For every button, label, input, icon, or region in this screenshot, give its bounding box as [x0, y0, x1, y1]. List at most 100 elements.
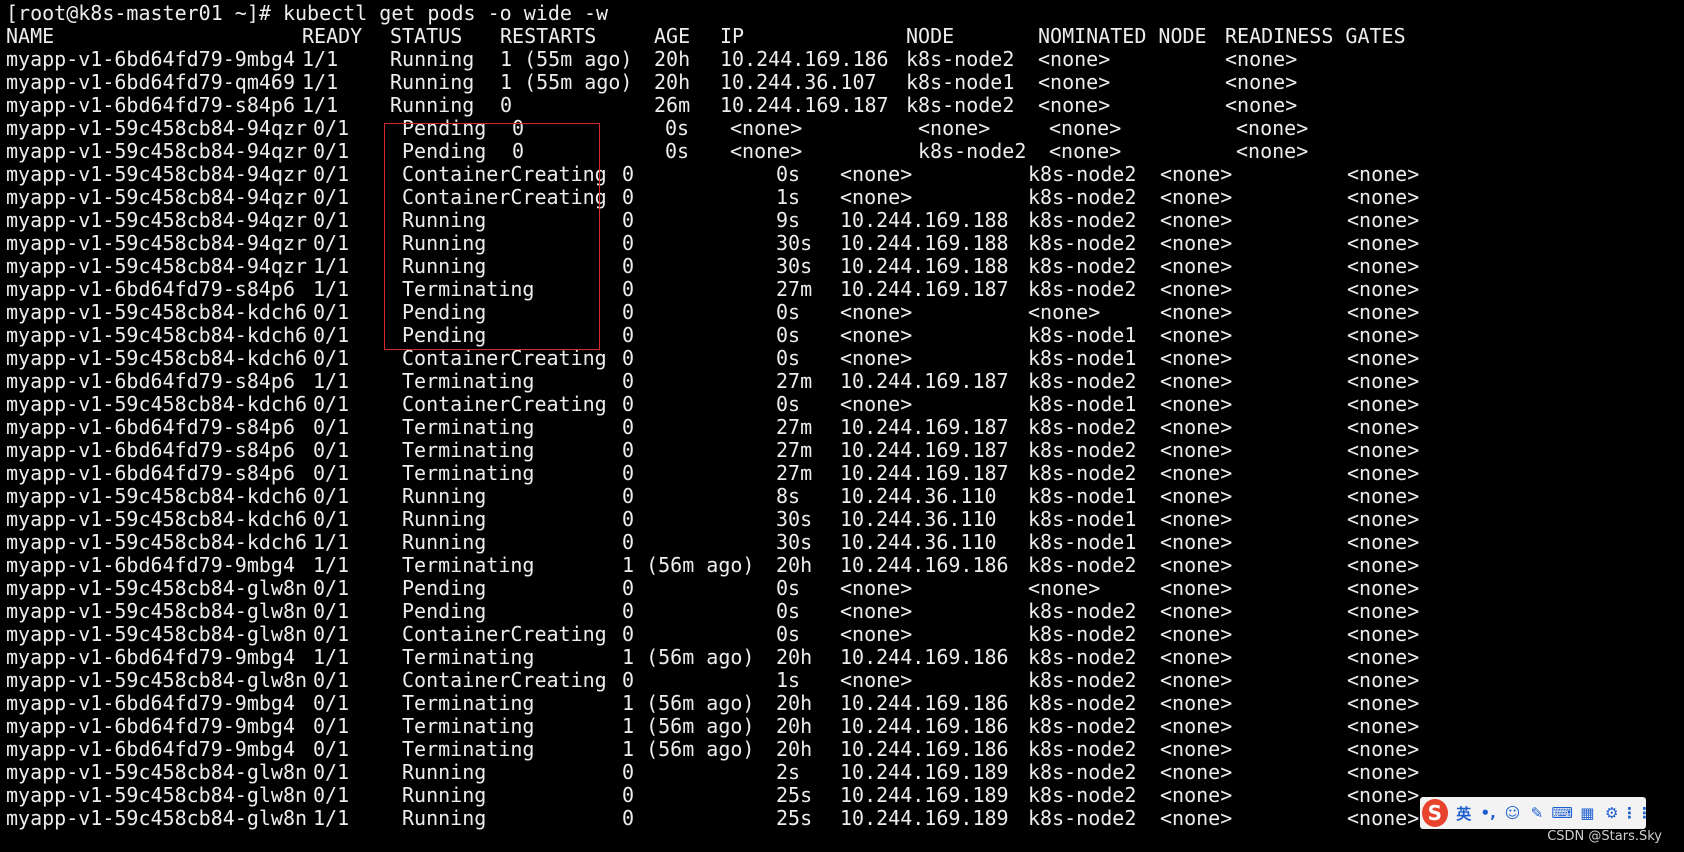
cell-ready: 1/1	[313, 553, 350, 577]
cell-node: k8s-node2	[1028, 277, 1137, 301]
skin-icon[interactable]: ▦	[1579, 802, 1595, 824]
cell-status: Pending	[402, 116, 487, 140]
cell-ready: 1/1	[313, 806, 350, 830]
cell-age: 25s	[776, 783, 813, 807]
cell-readiness-gates: <none>	[1347, 553, 1420, 577]
cell-readiness-gates: <none>	[1347, 806, 1420, 830]
cell-ip: 10.244.169.189	[840, 783, 1009, 807]
cell-node: k8s-node2	[1028, 691, 1137, 715]
cell-name: myapp-v1-6bd64fd79-9mbg4	[6, 737, 295, 761]
cell-readiness-gates: <none>	[1347, 760, 1420, 784]
cell-age: 0s	[776, 300, 801, 324]
cell-ip: 10.244.169.187	[840, 369, 1009, 393]
settings-icon[interactable]: ⚙	[1604, 802, 1620, 824]
cell-restarts: 0	[622, 300, 635, 324]
cell-age: 20h	[776, 737, 813, 761]
handwriting-icon[interactable]: ✎	[1529, 802, 1545, 824]
cell-ip: 10.244.36.107	[720, 70, 877, 94]
cell-age: 26m	[654, 93, 691, 117]
cell-ready: 1/1	[313, 277, 350, 301]
cell-restarts: 0	[500, 93, 513, 117]
cell-ip: <none>	[840, 668, 913, 692]
cell-restarts: 0	[622, 438, 635, 462]
cell-nominated-node: <none>	[1160, 760, 1233, 784]
cell-restarts: 1 (55m ago)	[500, 47, 633, 71]
cell-age: 30s	[776, 507, 813, 531]
cell-nominated-node: <none>	[1160, 714, 1233, 738]
cell-node: k8s-node1	[1028, 530, 1137, 554]
cell-age: 8s	[776, 484, 801, 508]
cell-node: k8s-node2	[1028, 415, 1137, 439]
cell-name: myapp-v1-6bd64fd79-9mbg4	[6, 47, 295, 71]
cell-ready: 0/1	[313, 438, 350, 462]
cell-readiness-gates: <none>	[1347, 208, 1420, 232]
emoji-icon[interactable]: ☺	[1504, 802, 1521, 824]
cell-node: k8s-node2	[1028, 369, 1137, 393]
cell-age: 0s	[665, 116, 690, 140]
cell-node: k8s-node2	[1028, 622, 1137, 646]
cell-readiness-gates: <none>	[1236, 139, 1309, 163]
cell-restarts: 0	[622, 231, 635, 255]
cell-readiness-gates: <none>	[1347, 507, 1420, 531]
cell-status: Terminating	[402, 645, 535, 669]
cell-age: 30s	[776, 530, 813, 554]
cell-name: myapp-v1-59c458cb84-glw8n	[6, 576, 308, 600]
cell-nominated-node: <none>	[1160, 415, 1233, 439]
cell-status: ContainerCreating	[402, 392, 607, 416]
cell-status: Running	[390, 47, 475, 71]
menu-grid-icon[interactable]: ⋮⋮	[1622, 802, 1652, 824]
sogou-logo-icon[interactable]: S	[1422, 799, 1448, 827]
cell-age: 27m	[776, 415, 813, 439]
cell-status: ContainerCreating	[402, 668, 607, 692]
terminal-window[interactable]: [root@k8s-master01 ~]# kubectl get pods …	[0, 0, 1684, 852]
cell-ready: 0/1	[313, 139, 350, 163]
cell-nominated-node: <none>	[1160, 484, 1233, 508]
ime-language-toggle[interactable]: 英	[1456, 802, 1472, 824]
cell-nominated-node: <none>	[1038, 47, 1111, 71]
cell-age: 0s	[776, 346, 801, 370]
cell-readiness-gates: <none>	[1347, 300, 1420, 324]
ime-toolbar[interactable]: S 英 •, ☺ ✎ ⌨ ▦ ⚙ ⋮⋮	[1420, 797, 1652, 829]
cell-restarts: 1 (56m ago)	[622, 645, 755, 669]
cell-ip: 10.244.169.187	[840, 277, 1009, 301]
cell-ready: 1/1	[313, 369, 350, 393]
cell-ip: 10.244.169.186	[840, 737, 1009, 761]
cell-nominated-node: <none>	[1038, 93, 1111, 117]
cell-ip: 10.244.36.110	[840, 530, 997, 554]
cell-ready: 0/1	[313, 323, 350, 347]
keyboard-icon[interactable]: ⌨	[1551, 802, 1573, 824]
cell-ready: 0/1	[313, 346, 350, 370]
cell-name: myapp-v1-6bd64fd79-s84p6	[6, 438, 295, 462]
cell-restarts: 0	[512, 116, 525, 140]
cell-readiness-gates: <none>	[1347, 162, 1420, 186]
cell-ip: 10.244.169.187	[840, 438, 1009, 462]
column-header-age: AGE	[654, 24, 691, 48]
punctuation-icon[interactable]: •,	[1480, 802, 1496, 824]
cell-name: myapp-v1-6bd64fd79-9mbg4	[6, 645, 295, 669]
cell-ip: <none>	[840, 346, 913, 370]
cell-node: k8s-node1	[1028, 346, 1137, 370]
cell-nominated-node: <none>	[1160, 369, 1233, 393]
cell-ready: 0/1	[313, 668, 350, 692]
cell-ip: <none>	[730, 139, 803, 163]
cell-nominated-node: <none>	[1160, 461, 1233, 485]
cell-ready: 0/1	[313, 599, 350, 623]
cell-restarts: 0	[622, 806, 635, 830]
cell-nominated-node: <none>	[1160, 231, 1233, 255]
cell-restarts: 0	[622, 254, 635, 278]
cell-status: ContainerCreating	[402, 185, 607, 209]
cell-node: k8s-node2	[906, 47, 1015, 71]
column-header-restarts: RESTARTS	[500, 24, 597, 48]
cell-restarts: 0	[622, 346, 635, 370]
cell-age: 0s	[776, 599, 801, 623]
cell-readiness-gates: <none>	[1347, 415, 1420, 439]
cell-age: 1s	[776, 185, 801, 209]
cell-name: myapp-v1-59c458cb84-94qzr	[6, 254, 308, 278]
cell-name: myapp-v1-59c458cb84-kdch6	[6, 392, 308, 416]
cell-nominated-node: <none>	[1160, 599, 1233, 623]
cell-ready: 0/1	[313, 231, 350, 255]
cell-name: myapp-v1-59c458cb84-kdch6	[6, 507, 308, 531]
cell-restarts: 0	[622, 415, 635, 439]
cell-ready: 0/1	[313, 392, 350, 416]
cell-name: myapp-v1-6bd64fd79-s84p6	[6, 415, 295, 439]
